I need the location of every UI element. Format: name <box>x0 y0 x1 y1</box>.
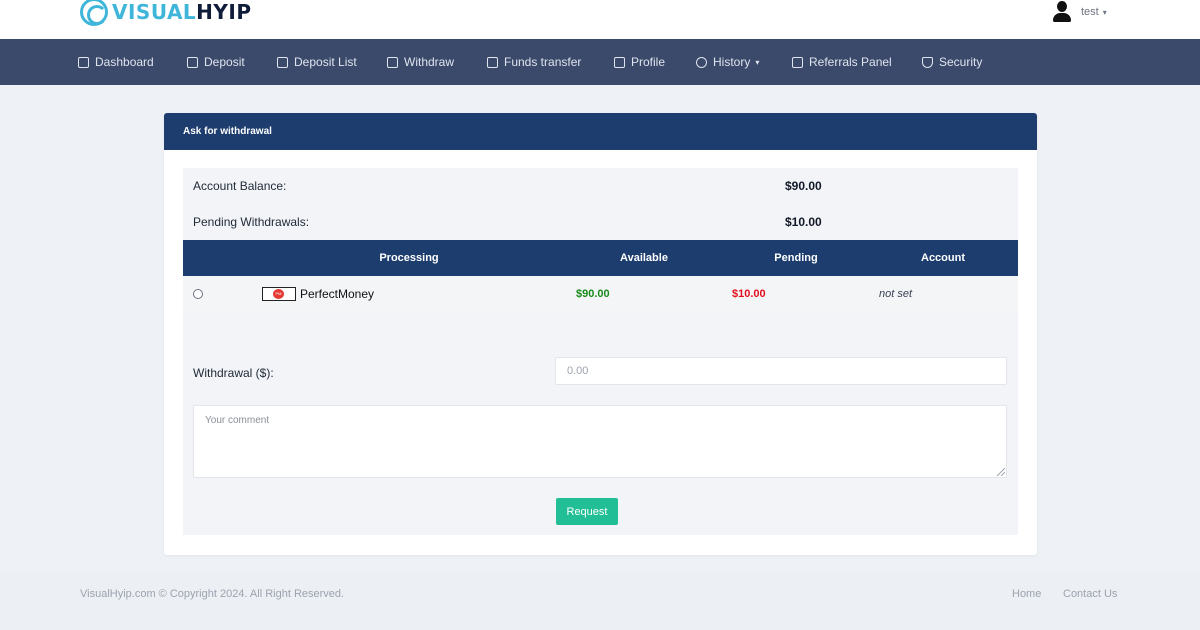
nav-profile-label: Profile <box>631 55 666 69</box>
nav-profile[interactable]: Profile <box>614 39 665 85</box>
nav-deposit[interactable]: Deposit <box>187 39 245 85</box>
withdrawal-amount-label: Withdrawal ($): <box>193 366 274 380</box>
account-balance-label: Account Balance: <box>193 179 287 193</box>
copyright-text: VisualHyip.com © Copyright 2024. All Rig… <box>80 588 345 600</box>
main-nav: Dashboard Deposit Deposit List Withdraw … <box>0 39 1200 85</box>
brand-name-part1: VISUAL <box>112 0 197 24</box>
col-processing: Processing <box>379 252 439 264</box>
footer-link-contact[interactable]: Contact Us <box>1063 588 1117 600</box>
request-button[interactable]: Request <box>556 498 618 525</box>
nav-funds-transfer[interactable]: Funds transfer <box>487 39 581 85</box>
perfectmoney-logo-icon <box>262 287 296 301</box>
resize-grip-icon[interactable] <box>995 466 1005 476</box>
briefcase-icon <box>187 56 198 68</box>
footer-link-home[interactable]: Home <box>1012 588 1041 600</box>
nav-deposit-label: Deposit <box>204 55 245 69</box>
monitor-icon <box>78 56 89 68</box>
brand-name: VISUALHYIP <box>112 0 252 24</box>
nav-deposit-list-label: Deposit List <box>294 55 357 69</box>
withdraw-panel: Account Balance: $90.00 Pending Withdraw… <box>183 168 1018 535</box>
nav-deposit-list[interactable]: Deposit List <box>277 39 357 85</box>
nav-withdraw[interactable]: Withdraw <box>387 39 454 85</box>
nav-funds-transfer-label: Funds transfer <box>504 55 582 69</box>
users-icon <box>792 56 803 68</box>
pending-withdrawals-label: Pending Withdrawals: <box>193 215 310 229</box>
pending-withdrawals-value: $10.00 <box>785 215 822 229</box>
footer: VisualHyip.com © Copyright 2024. All Rig… <box>0 573 1200 630</box>
upload-icon <box>387 56 398 68</box>
logo-mark-icon <box>80 0 108 26</box>
card-title: Ask for withdrawal <box>164 113 1037 150</box>
user-menu[interactable]: test ▾ <box>1052 1 1107 23</box>
user-avatar-icon <box>1052 1 1072 23</box>
user-name: test <box>1081 6 1099 18</box>
col-account: Account <box>921 252 965 264</box>
comment-textarea[interactable] <box>193 405 1007 478</box>
top-bar: VISUALHYIP test ▾ <box>0 0 1200 39</box>
account-status: not set <box>879 288 913 300</box>
share-icon <box>487 56 498 68</box>
nav-referrals-panel[interactable]: Referrals Panel <box>792 39 892 85</box>
nav-dashboard[interactable]: Dashboard <box>78 39 154 85</box>
col-available: Available <box>620 252 668 264</box>
nav-history-label: History <box>713 55 751 69</box>
account-balance-value: $90.00 <box>785 179 822 193</box>
nav-history[interactable]: History ▾ <box>696 39 759 85</box>
processor-radio[interactable] <box>193 289 203 299</box>
processors-table-header: Processing Available Pending Account <box>183 240 1018 276</box>
withdraw-card: Ask for withdrawal Account Balance: $90.… <box>164 113 1037 555</box>
user-plus-icon <box>614 56 625 68</box>
brand-name-part2: HYIP <box>196 0 252 24</box>
layers-icon <box>277 56 288 68</box>
nav-withdraw-label: Withdraw <box>404 55 455 69</box>
chevron-down-icon: ▾ <box>755 57 760 67</box>
table-row: PerfectMoney $90.00 $10.00 not set <box>183 276 1018 312</box>
col-pending: Pending <box>774 252 818 264</box>
processor-name: PerfectMoney <box>300 287 375 301</box>
nav-dashboard-label: Dashboard <box>95 55 154 69</box>
brand-logo[interactable]: VISUALHYIP <box>80 0 252 27</box>
withdrawal-amount-input[interactable] <box>555 357 1007 385</box>
nav-security-label: Security <box>939 55 983 69</box>
nav-security[interactable]: Security <box>922 39 982 85</box>
chevron-down-icon: ▾ <box>1102 7 1107 17</box>
refresh-icon <box>696 56 707 68</box>
shield-icon <box>922 56 933 68</box>
nav-referrals-panel-label: Referrals Panel <box>809 55 892 69</box>
available-amount: $90.00 <box>576 288 610 300</box>
pending-amount: $10.00 <box>732 288 766 300</box>
